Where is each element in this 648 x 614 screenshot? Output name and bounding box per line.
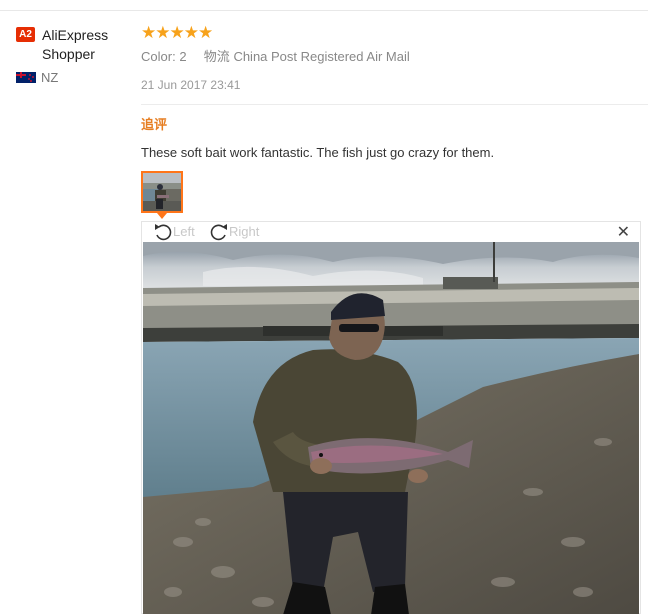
viewer-toolbar: Left Right ✕	[142, 222, 640, 242]
color-label: Color:	[141, 49, 176, 64]
country-code: NZ	[41, 70, 59, 85]
followup-label: 追评	[141, 117, 168, 132]
close-viewer-button[interactable]: ✕	[617, 223, 630, 243]
reviewer-country: NZ	[16, 70, 134, 85]
review-photo	[143, 242, 639, 614]
review-photo-thumbnail[interactable]	[141, 171, 183, 213]
review-date: 21 Jun 2017 23:41	[141, 78, 241, 92]
reviewer-name: AliExpress Shopper	[42, 27, 109, 62]
star-rating: ★★★★★	[141, 23, 213, 42]
rotate-left-button[interactable]: Left	[152, 222, 195, 242]
thumbnail-pointer	[157, 213, 167, 219]
review-header: ★★★★★ Color: 2 物流 China Post Registered …	[141, 24, 641, 93]
reviewer-info: A2 AliExpress Shopper NZ	[16, 26, 134, 85]
shipping-label: 物流	[203, 49, 230, 64]
rotate-left-icon	[155, 224, 172, 241]
photo-viewer: Left Right ✕	[141, 221, 641, 614]
color-value: 2	[179, 49, 187, 64]
new-zealand-flag-icon	[16, 72, 36, 83]
review-divider	[141, 104, 648, 105]
top-divider	[0, 10, 648, 11]
buyer-level-badge: A2	[16, 27, 35, 42]
reviewer-name-line: A2 AliExpress Shopper	[16, 26, 134, 64]
rotate-right-label: Right	[229, 224, 260, 239]
rotate-left-label: Left	[173, 224, 195, 239]
shipping-value: China Post Registered Air Mail	[233, 49, 410, 64]
rotate-right-icon	[210, 224, 227, 241]
rotate-right-button[interactable]: Right	[208, 222, 259, 242]
review-meta: Color: 2 物流 China Post Registered Air Ma…	[141, 48, 641, 66]
review-text: These soft bait work fantastic. The fish…	[141, 145, 495, 160]
